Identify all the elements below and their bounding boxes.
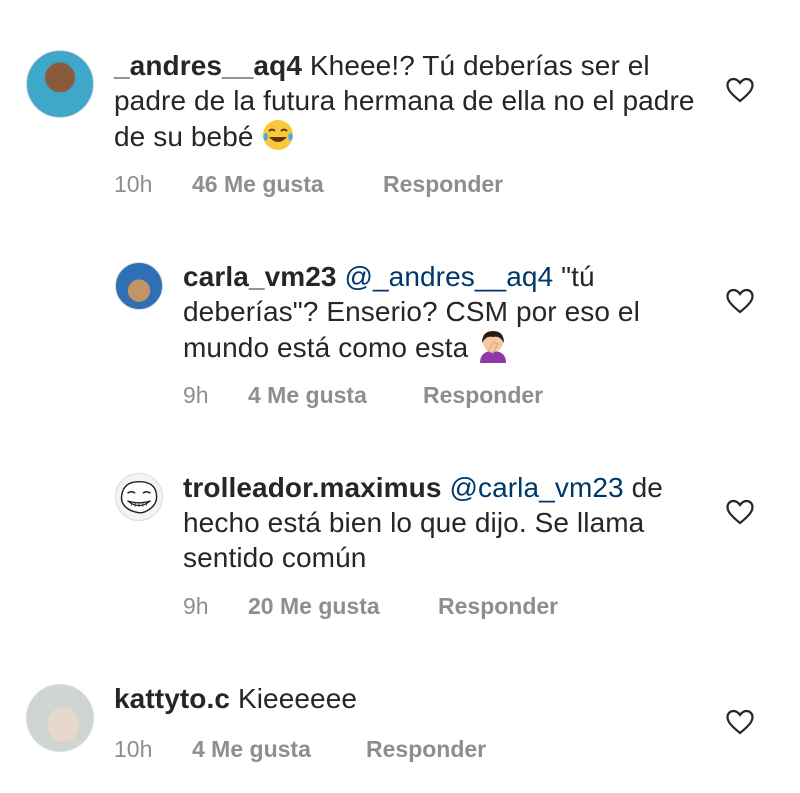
comment-body: carla_vm23 @_andres__aq4 "tú deberías"? … bbox=[183, 259, 703, 365]
comment-time: 10h bbox=[114, 171, 153, 197]
tears-of-joy-emoji bbox=[263, 120, 294, 150]
comment-likes[interactable]: 46 Me gusta bbox=[192, 171, 383, 198]
reply-button[interactable]: Responder bbox=[423, 382, 543, 409]
reply-button[interactable]: Responder bbox=[383, 171, 503, 198]
reply-button[interactable]: Responder bbox=[366, 736, 486, 763]
avatar[interactable] bbox=[26, 50, 94, 118]
comment-meta: 9h 4 Me gusta Responder bbox=[183, 382, 543, 409]
facepalm-woman-emoji bbox=[480, 331, 507, 363]
avatar[interactable] bbox=[26, 684, 94, 752]
comment-mention[interactable]: @_andres__aq4 bbox=[344, 261, 553, 292]
comment-meta: 9h 20 Me gusta Responder bbox=[183, 593, 558, 620]
comment-body: kattyto.c Kieeeeee bbox=[114, 681, 704, 716]
comment-username[interactable]: trolleador.maximus bbox=[183, 472, 442, 503]
avatar[interactable] bbox=[115, 473, 163, 521]
comment-body: trolleador.maximus @carla_vm23 de hecho … bbox=[183, 470, 703, 575]
comment-time: 9h bbox=[183, 593, 209, 619]
comment-likes[interactable]: 4 Me gusta bbox=[192, 736, 366, 763]
avatar[interactable] bbox=[115, 262, 163, 310]
comment-username[interactable]: kattyto.c bbox=[114, 683, 230, 714]
heart-icon[interactable] bbox=[726, 499, 754, 525]
heart-icon[interactable] bbox=[726, 77, 754, 103]
comment-meta: 10h 46 Me gusta Responder bbox=[114, 171, 503, 198]
comment-username[interactable]: carla_vm23 bbox=[183, 261, 337, 292]
reply-button[interactable]: Responder bbox=[438, 593, 558, 620]
comment-body: _andres__aq4 Kheee!? Tú deberías ser el … bbox=[114, 48, 704, 154]
heart-icon[interactable] bbox=[726, 709, 754, 735]
comment-time: 9h bbox=[183, 382, 209, 408]
comment-likes[interactable]: 4 Me gusta bbox=[248, 382, 423, 409]
comment-mention[interactable]: @carla_vm23 bbox=[449, 472, 623, 503]
comment-time: 10h bbox=[114, 736, 153, 762]
comment-likes[interactable]: 20 Me gusta bbox=[248, 593, 438, 620]
trollface-icon bbox=[120, 480, 158, 514]
heart-icon[interactable] bbox=[726, 288, 754, 314]
comment-meta: 10h 4 Me gusta Responder bbox=[114, 736, 486, 763]
comment-text: Kieeeeee bbox=[237, 683, 358, 714]
comment-username[interactable]: _andres__aq4 bbox=[114, 50, 302, 81]
